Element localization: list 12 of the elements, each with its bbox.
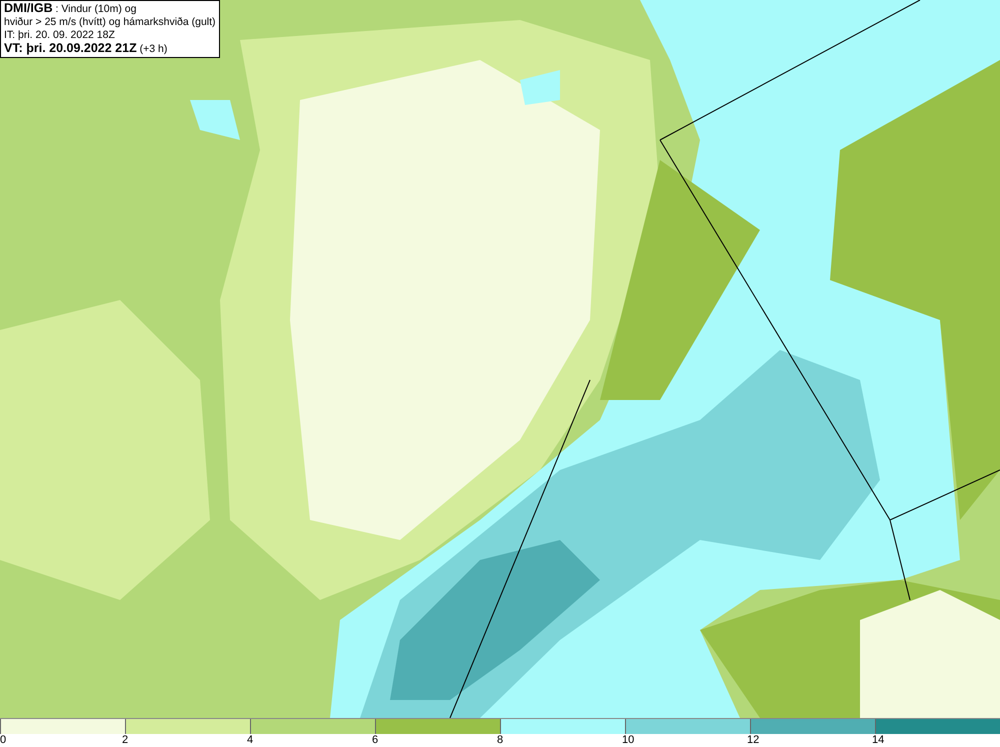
legend-tick-label: 4 — [247, 734, 254, 747]
legend-tick-label: 14 — [872, 734, 884, 747]
legend-tick-label: 2 — [122, 734, 128, 747]
legend-tick-label: 6 — [372, 734, 378, 747]
caption-line: IT: þri. 20. 09. 2022 18Z — [4, 29, 116, 42]
caption-line: hviður > 25 m/s (hvítt) og hámarkshviða (gult) — [4, 16, 216, 29]
legend-tick-label: 10 — [622, 734, 634, 747]
caption-line: VT: þri. 20.09.2022 21Z (+3 h) — [4, 42, 168, 56]
legend-tick-label: 12 — [747, 734, 760, 747]
legend-tick-label: 0 — [0, 734, 6, 747]
caption-line: DMI/IGB : Vindur (10m) og — [4, 2, 138, 16]
legend-tick-label: 8 — [497, 734, 504, 747]
